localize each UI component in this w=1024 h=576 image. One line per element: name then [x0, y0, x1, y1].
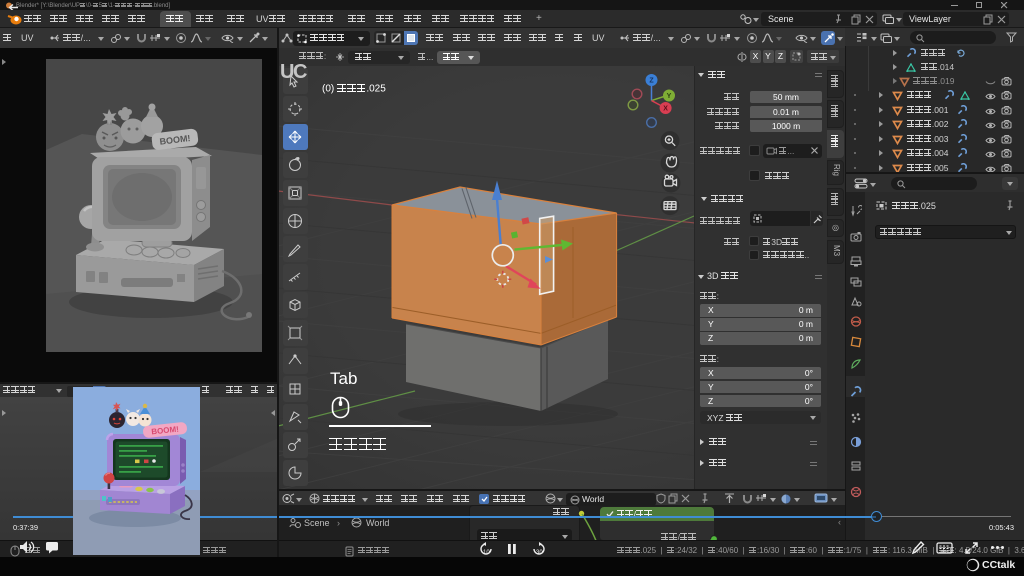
svg-text:X: X [663, 106, 668, 113]
svg-text:10: 10 [483, 550, 490, 556]
svg-text:30: 30 [536, 550, 543, 556]
svg-text:Y: Y [667, 93, 672, 100]
svg-text:Z: Z [649, 78, 654, 85]
